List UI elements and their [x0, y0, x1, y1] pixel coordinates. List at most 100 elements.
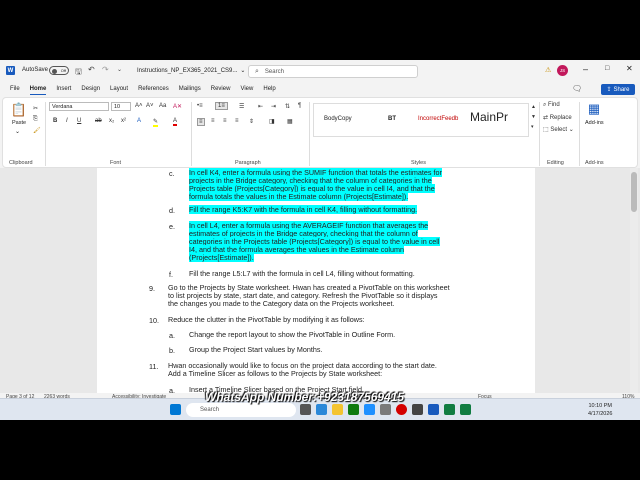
close-icon[interactable]: ✕: [626, 64, 633, 73]
minimize-icon[interactable]: –: [583, 64, 588, 74]
line-text: Reduce the clutter in the PivotTable by …: [168, 315, 365, 324]
document-page[interactable]: c. In cell K4, enter a formula using the …: [97, 168, 535, 401]
opera-icon[interactable]: [396, 404, 407, 415]
font-size-value: 10: [114, 103, 121, 110]
style-incorrectfeedb[interactable]: IncorrectFeedb: [418, 116, 458, 122]
shrink-font-icon[interactable]: A˅: [146, 103, 154, 109]
add-ins-icon[interactable]: ▦: [586, 101, 602, 117]
line-spacing-icon[interactable]: ⇕: [249, 118, 254, 125]
tab-layout[interactable]: Layout: [110, 86, 128, 92]
style-bt[interactable]: BT: [388, 116, 396, 122]
search-icon: ⌕: [255, 67, 259, 75]
comments-icon[interactable]: 🗨: [572, 84, 582, 93]
avatar[interactable]: JS: [557, 65, 568, 76]
system-clock[interactable]: 10:10 PM 4/17/2026: [588, 402, 612, 418]
list-marker: 10.: [149, 316, 159, 325]
change-case-icon[interactable]: Aa: [159, 103, 166, 109]
app-icon[interactable]: [380, 404, 391, 415]
widgets-icon[interactable]: [316, 404, 327, 415]
highlight-icon[interactable]: ✎: [153, 118, 159, 127]
app-icon[interactable]: [412, 404, 423, 415]
borders-icon[interactable]: ▦: [287, 118, 293, 125]
tab-review[interactable]: Review: [211, 86, 231, 92]
grow-font-icon[interactable]: A˄: [135, 103, 143, 109]
scrollbar-thumb[interactable]: [631, 172, 637, 212]
paste-icon[interactable]: 📋: [11, 102, 27, 118]
tab-home[interactable]: Home: [29, 86, 46, 95]
select-button[interactable]: ⬚ Select ⌄: [543, 126, 574, 133]
bold-icon[interactable]: B: [53, 118, 57, 124]
save-icon[interactable]: 🖫: [75, 66, 82, 80]
line-text: Change the report layout to show the Piv…: [189, 330, 396, 339]
styles-scroll-up-icon[interactable]: ▲: [531, 104, 536, 110]
show-marks-icon[interactable]: ¶: [298, 103, 301, 109]
warning-icon[interactable]: ⚠: [545, 66, 551, 74]
document-filename[interactable]: Instructions_NP_EX365_2021_CS9... ⌄: [137, 67, 245, 75]
list-marker: b.: [169, 346, 175, 355]
select-chevron-icon: ⌄: [568, 127, 574, 133]
search-box[interactable]: ⌕ Search: [248, 65, 418, 78]
maximize-icon[interactable]: □: [605, 65, 609, 72]
subscript-icon[interactable]: x₂: [109, 118, 114, 124]
tab-design[interactable]: Design: [81, 86, 100, 92]
word-taskbar-icon[interactable]: [428, 404, 439, 415]
superscript-icon[interactable]: x²: [121, 118, 126, 124]
tab-references[interactable]: References: [138, 86, 169, 92]
numbering-icon[interactable]: 1≡: [215, 102, 228, 110]
excel-taskbar-icon[interactable]: [460, 404, 471, 415]
customize-toolbar-icon[interactable]: ⌄: [117, 66, 122, 73]
bullets-icon[interactable]: •≡: [197, 103, 203, 109]
line-text: Fill the range L5:L7 with the formula in…: [189, 269, 415, 278]
strikethrough-icon[interactable]: ab: [95, 118, 102, 124]
find-button[interactable]: ⌕ Find: [543, 102, 560, 109]
copy-icon[interactable]: ⎘: [33, 116, 38, 123]
style-mainpr[interactable]: MainPr: [470, 110, 508, 124]
task-view-icon[interactable]: [300, 404, 311, 415]
clear-formatting-icon[interactable]: A✕: [173, 103, 182, 110]
edge-icon[interactable]: [364, 404, 375, 415]
tab-help[interactable]: Help: [263, 86, 275, 92]
styles-more-icon[interactable]: ▾: [531, 124, 534, 130]
italic-icon[interactable]: I: [66, 118, 68, 124]
styles-scroll-down-icon[interactable]: ▼: [531, 114, 536, 120]
align-center-icon[interactable]: ≡: [211, 118, 215, 124]
excel-taskbar-icon[interactable]: [444, 404, 455, 415]
line-text: Fill the range K5:K7 with the formula in…: [189, 205, 418, 214]
increase-indent-icon[interactable]: ⇥: [271, 103, 276, 110]
autosave-toggle[interactable]: Off: [46, 66, 69, 75]
start-icon[interactable]: [170, 404, 181, 415]
list-marker: 9.: [149, 284, 155, 293]
undo-icon[interactable]: ↶: [88, 65, 95, 74]
cut-icon[interactable]: ✂: [33, 105, 38, 112]
underline-icon[interactable]: U: [77, 118, 81, 124]
chrome-icon[interactable]: [348, 404, 359, 415]
style-bodycopy[interactable]: BodyCopy: [324, 116, 352, 122]
tab-view[interactable]: View: [240, 86, 253, 92]
font-name-select[interactable]: Verdana: [49, 102, 109, 111]
align-right-icon[interactable]: ≡: [223, 118, 227, 124]
share-icon: ⇪: [606, 87, 612, 93]
text-effects-icon[interactable]: A: [137, 118, 141, 124]
redo-icon[interactable]: ↷: [102, 65, 109, 74]
line-text: Group the Project Start values by Months…: [189, 345, 323, 354]
taskbar-search[interactable]: Search: [186, 403, 296, 417]
tab-file[interactable]: File: [10, 86, 20, 92]
sort-icon[interactable]: ⇅: [285, 103, 290, 110]
tab-insert[interactable]: Insert: [56, 86, 71, 92]
justify-icon[interactable]: ≡: [235, 118, 239, 124]
decrease-indent-icon[interactable]: ⇤: [258, 103, 263, 110]
share-label: Share: [613, 86, 630, 93]
format-painter-icon[interactable]: 🖌: [33, 127, 41, 134]
font-color-icon[interactable]: A: [173, 118, 178, 126]
multilevel-list-icon[interactable]: ☰: [239, 103, 244, 110]
align-left-icon[interactable]: ≡: [197, 118, 205, 126]
share-button[interactable]: ⇪ Share: [601, 84, 635, 95]
shading-icon[interactable]: ◨: [269, 118, 275, 125]
tab-mailings[interactable]: Mailings: [179, 86, 201, 92]
vertical-scrollbar[interactable]: [630, 168, 638, 401]
document-area: c. In cell K4, enter a formula using the …: [0, 168, 640, 401]
replace-button[interactable]: ⇄ Replace: [543, 114, 572, 121]
paste-chevron-icon[interactable]: ⌄: [15, 128, 20, 135]
font-size-select[interactable]: 10: [111, 102, 131, 111]
file-explorer-icon[interactable]: [332, 404, 343, 415]
